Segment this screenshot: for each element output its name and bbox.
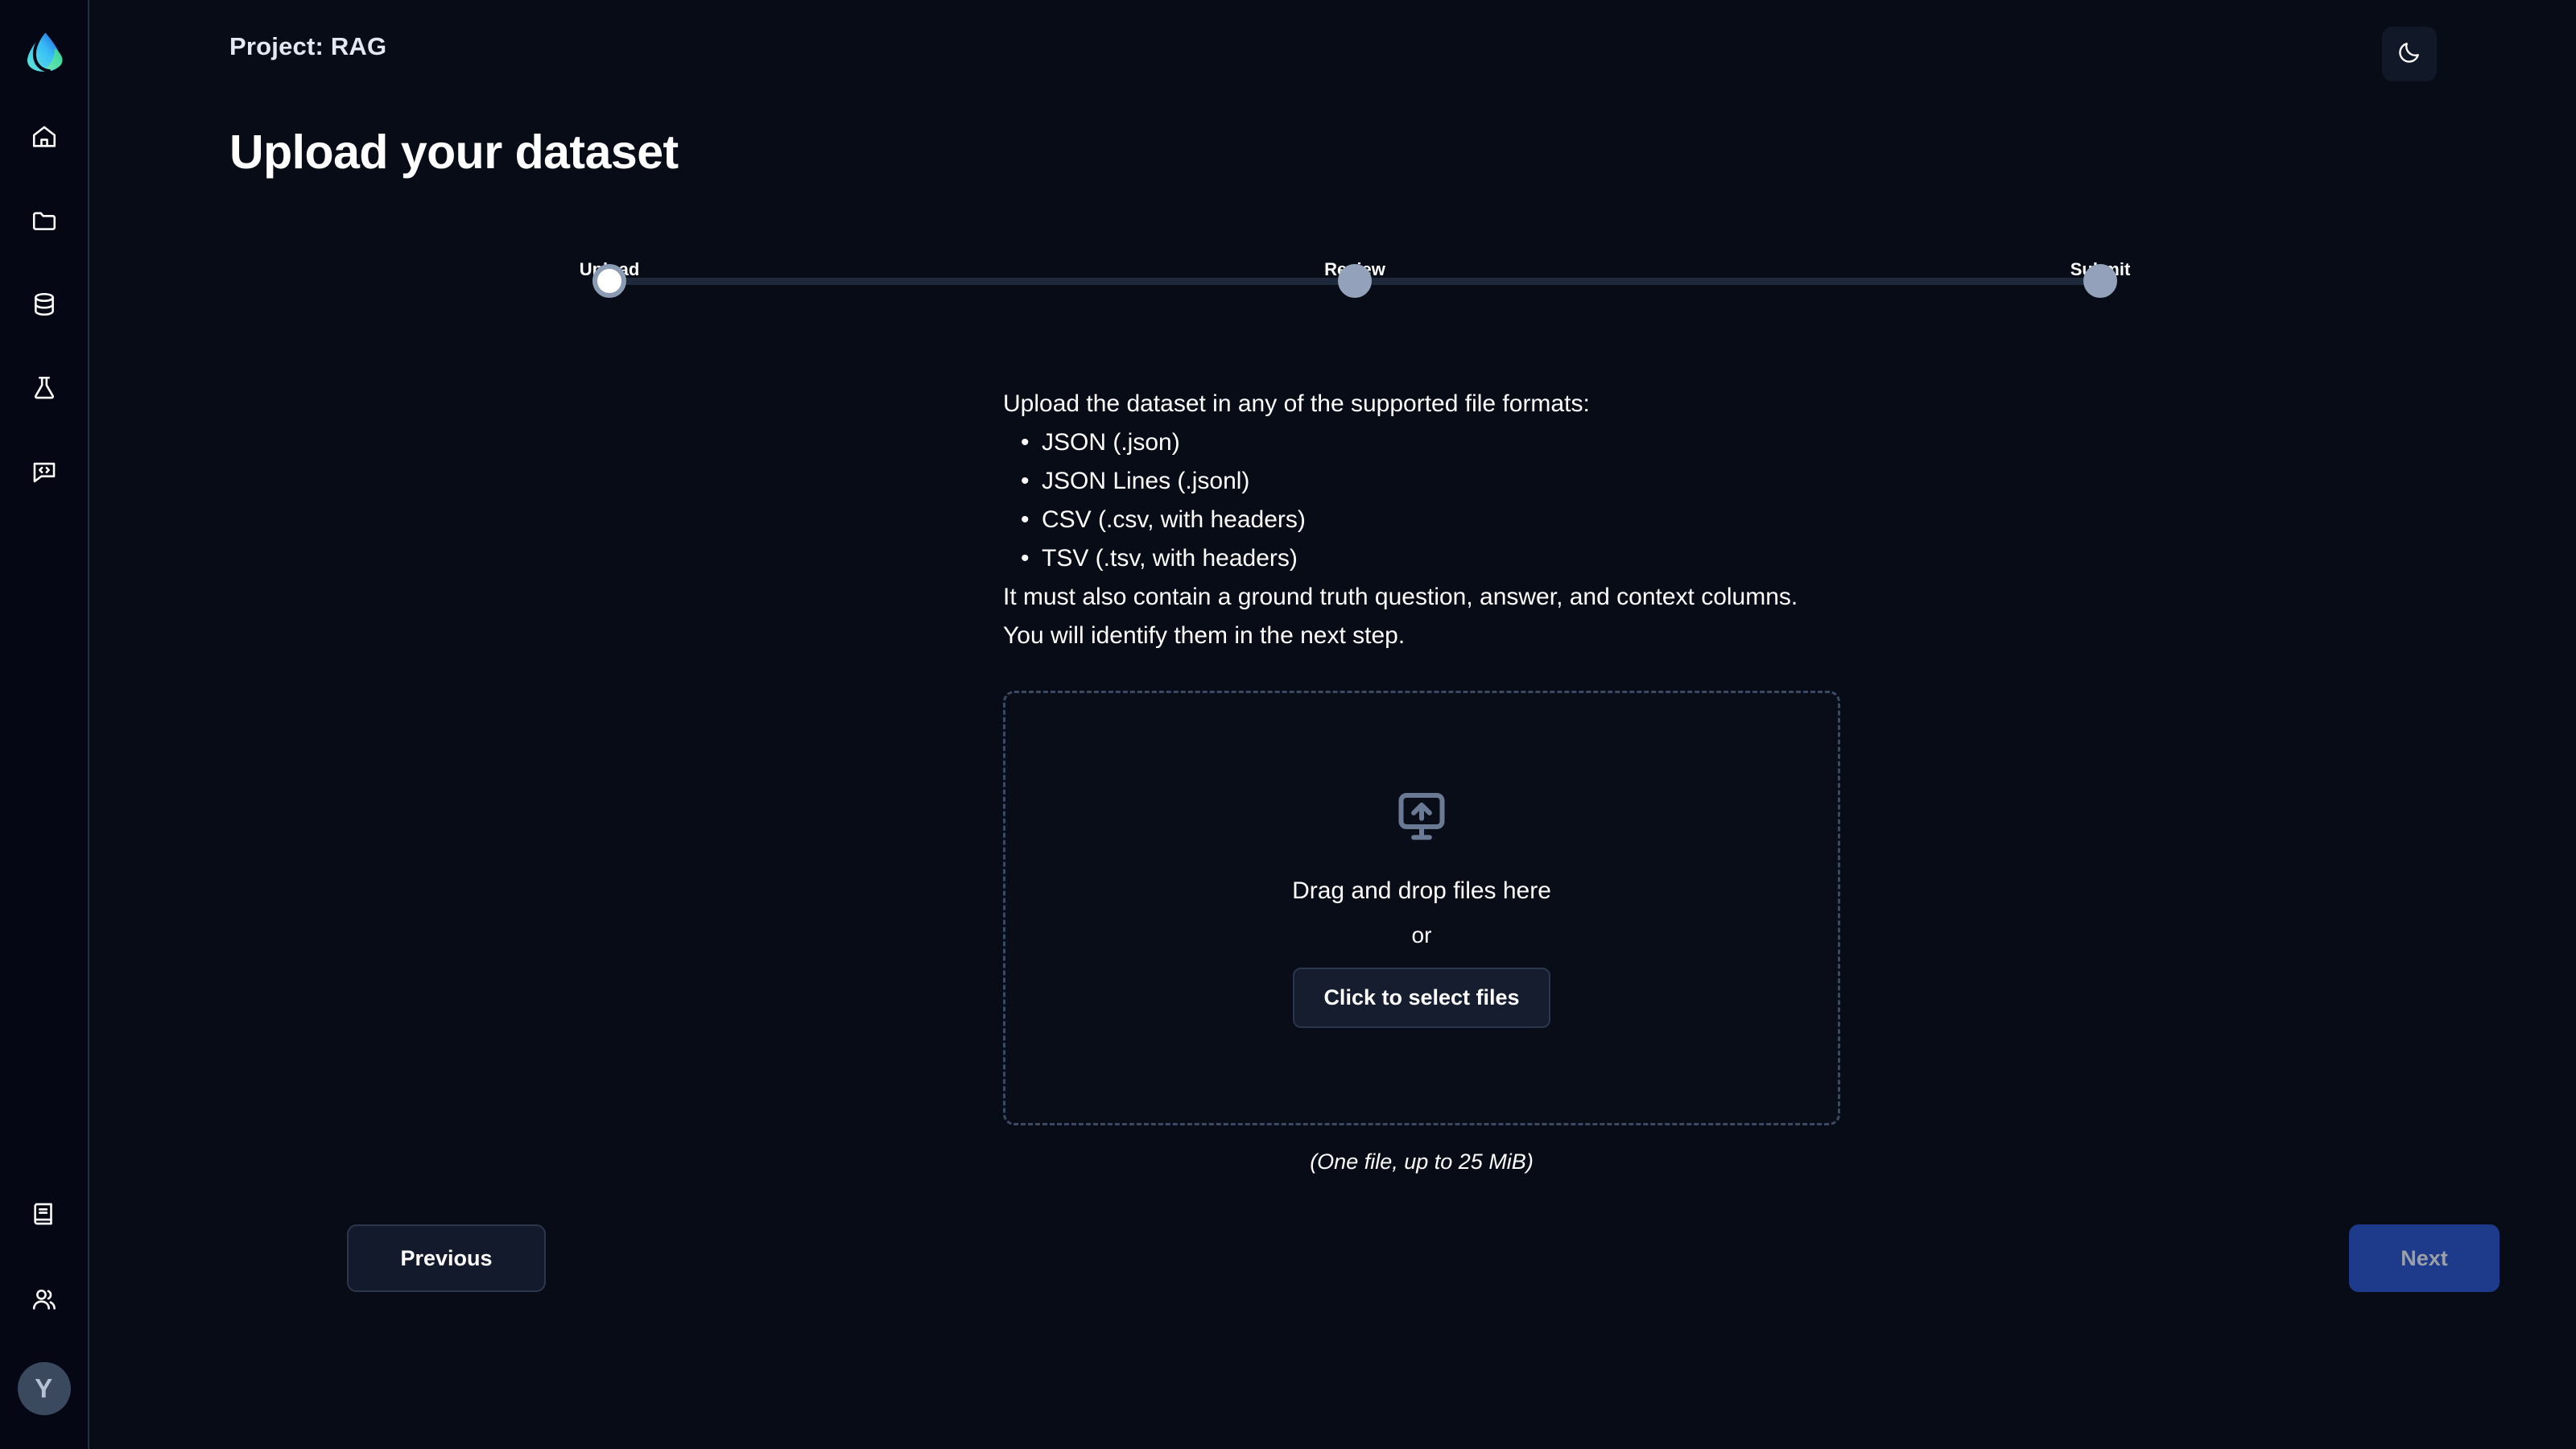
select-files-button[interactable]: Click to select files <box>1293 968 1550 1028</box>
file-size-hint: (One file, up to 25 MiB) <box>1310 1150 1534 1174</box>
flask-icon <box>31 374 58 402</box>
list-item: JSON (.json) <box>1021 423 1832 462</box>
instructions-intro: Upload the dataset in any of the support… <box>1003 390 1590 417</box>
page-title: Upload your dataset <box>229 126 679 179</box>
moon-icon <box>2396 39 2422 69</box>
stepper-dot-submit[interactable] <box>2083 264 2117 298</box>
book-icon <box>31 1200 58 1228</box>
sidebar-item-team[interactable] <box>22 1277 67 1322</box>
sidebar-item-experiments[interactable] <box>22 365 67 411</box>
sidebar-item-datasets[interactable] <box>22 282 67 327</box>
database-icon <box>31 291 58 318</box>
users-icon <box>31 1286 58 1313</box>
sidebar-item-docs[interactable] <box>22 1191 67 1236</box>
dropzone-or-text: or <box>1411 923 1432 947</box>
monitor-upload-icon <box>1393 788 1451 850</box>
list-item: CSV (.csv, with headers) <box>1021 501 1832 539</box>
list-item: TSV (.tsv, with headers) <box>1021 539 1832 578</box>
upload-instructions: Upload the dataset in any of the support… <box>1003 385 1832 655</box>
instructions-outro: It must also contain a ground truth ques… <box>1003 584 1798 649</box>
supported-formats-list: JSON (.json) JSON Lines (.jsonl) CSV (.c… <box>1003 423 1832 578</box>
main-content: Project: RAG Upload your dataset Upload … <box>91 0 2576 1449</box>
file-dropzone[interactable]: Drag and drop files here or Click to sel… <box>1003 691 1840 1125</box>
stepper-dot-upload[interactable] <box>592 264 626 298</box>
code-chat-icon <box>31 458 58 485</box>
list-item: JSON Lines (.jsonl) <box>1021 462 1832 501</box>
sidebar-item-projects[interactable] <box>22 198 67 243</box>
folder-icon <box>31 207 58 234</box>
next-button[interactable]: Next <box>2349 1224 2500 1292</box>
sidebar-item-prompts[interactable] <box>22 449 67 494</box>
sidebar-nav-top <box>22 114 67 494</box>
home-icon <box>31 123 58 151</box>
stepper-dot-review[interactable] <box>1338 264 1372 298</box>
sidebar-item-home[interactable] <box>22 114 67 159</box>
previous-button[interactable]: Previous <box>347 1224 546 1292</box>
page-breadcrumb-project-title: Project: RAG <box>229 32 387 60</box>
avatar[interactable]: Y <box>17 1362 71 1415</box>
dropzone-drag-text: Drag and drop files here <box>1292 877 1551 904</box>
droplet-leaf-logo[interactable] <box>19 26 69 76</box>
sidebar: Y <box>0 0 89 1449</box>
theme-toggle-button[interactable] <box>2382 27 2437 81</box>
wizard-stepper: Upload Review Submit <box>580 233 2130 322</box>
sidebar-nav-bottom: Y <box>17 1191 71 1415</box>
